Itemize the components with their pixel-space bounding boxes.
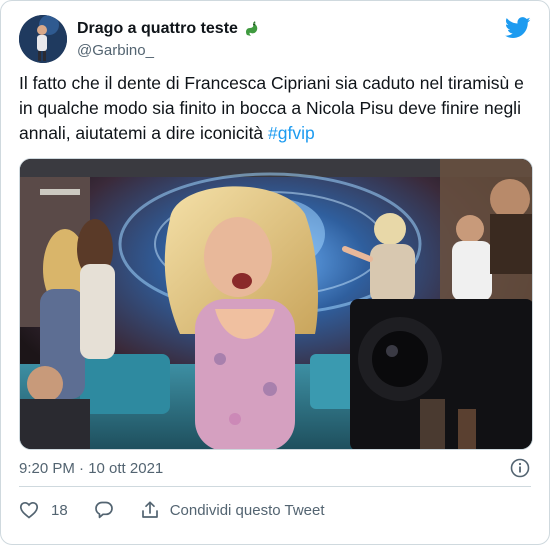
reply-icon bbox=[94, 500, 114, 520]
tweet-text: Il fatto che il dente di Francesca Cipri… bbox=[19, 71, 535, 146]
like-button[interactable]: 18 bbox=[19, 500, 68, 520]
heart-icon bbox=[19, 500, 39, 520]
handle[interactable]: @Garbino_ bbox=[77, 42, 154, 59]
twitter-bird-icon[interactable] bbox=[504, 17, 531, 39]
tweet-photo[interactable] bbox=[19, 158, 533, 450]
avatar[interactable] bbox=[19, 15, 67, 63]
hashtag-link[interactable]: #gfvip bbox=[268, 123, 315, 143]
share-label: Condividi questo Tweet bbox=[169, 501, 325, 519]
share-button[interactable]: Condividi questo Tweet bbox=[140, 500, 325, 520]
like-count: 18 bbox=[51, 501, 68, 519]
share-icon bbox=[140, 500, 160, 520]
divider bbox=[19, 486, 531, 487]
reply-button[interactable] bbox=[94, 500, 114, 520]
dragon-icon bbox=[243, 20, 261, 38]
display-name[interactable]: Drago a quattro teste bbox=[77, 20, 238, 38]
tweet-timestamp[interactable]: 9:20 PM · 10 ott 2021 bbox=[19, 460, 163, 477]
action-bar: 18 Condividi questo Tweet bbox=[19, 498, 325, 522]
tweet-card: Drago a quattro teste @Garbino_ Il fatto… bbox=[0, 0, 550, 545]
author-name-row: Drago a quattro teste bbox=[77, 18, 261, 40]
info-icon[interactable] bbox=[510, 458, 530, 478]
